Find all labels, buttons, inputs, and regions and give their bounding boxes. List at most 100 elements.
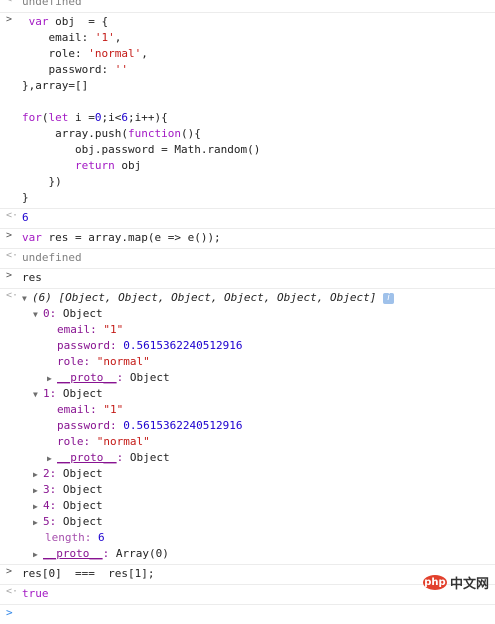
expanded-triangle-icon[interactable]: ▼ xyxy=(22,291,32,307)
tree-item[interactable]: ▼ 1: Object xyxy=(22,386,495,402)
watermark: php 中文网 xyxy=(422,573,489,592)
array-summary[interactable]: ▼ (6) [Object, Object, Object, Object, Ob… xyxy=(22,290,495,306)
code-text: obj = { xyxy=(48,15,109,28)
collapsed-triangle-icon[interactable]: ▶ xyxy=(33,515,43,531)
collapsed-triangle-icon[interactable]: ▶ xyxy=(33,483,43,499)
code-line: var res = array.map(e => e()); xyxy=(22,230,495,246)
console-result-entry: <· 6 xyxy=(0,209,495,229)
property-key: role: xyxy=(57,355,97,368)
console-input-entry: > res[0] === res[1]; xyxy=(0,565,495,585)
property-value: 0.5615362240512916 xyxy=(123,419,243,432)
console-input-field[interactable] xyxy=(22,606,495,622)
proto-separator: : xyxy=(116,451,130,464)
input-chevron-icon: > xyxy=(6,230,13,241)
code-text: password: xyxy=(48,63,115,76)
expanded-triangle-icon[interactable]: ▼ xyxy=(33,387,43,403)
code-text: email: xyxy=(48,31,95,44)
code-line: var obj = { xyxy=(22,14,495,30)
string-literal: '' xyxy=(114,63,128,76)
collapsed-triangle-icon[interactable]: ▶ xyxy=(47,371,57,387)
item-index: 2: xyxy=(43,467,63,480)
console-input-entry: > res xyxy=(0,269,495,289)
result-text[interactable]: undefined xyxy=(22,0,495,10)
collapsed-triangle-icon[interactable]: ▶ xyxy=(33,467,43,483)
collapsed-triangle-icon[interactable]: ▶ xyxy=(47,451,57,467)
input-chevron-icon: > xyxy=(6,566,13,577)
input-chevron-icon: > xyxy=(6,14,13,25)
proto-value: Array(0) xyxy=(115,547,169,560)
keyword: return xyxy=(74,159,115,172)
property-value: "normal" xyxy=(96,355,150,368)
input-chevron-icon: > xyxy=(6,270,13,281)
tree-proto[interactable]: ▶ __proto__: Object xyxy=(22,370,495,386)
php-logo-icon: php xyxy=(422,575,447,590)
item-index: 5: xyxy=(43,515,63,528)
property-key: email: xyxy=(57,403,104,416)
output-arrow-icon: <· xyxy=(6,586,19,597)
code-text: ( xyxy=(41,111,49,124)
result-number[interactable]: 6 xyxy=(22,210,495,226)
code-line: res xyxy=(22,271,42,284)
tree-item[interactable]: ▼ 0: Object xyxy=(22,306,495,322)
info-icon[interactable]: i xyxy=(383,292,395,304)
property-key: role: xyxy=(57,435,97,448)
tree-item[interactable]: ▶ 5: Object xyxy=(22,514,495,530)
property-key: email: xyxy=(57,323,104,336)
code-line: return obj xyxy=(22,158,495,174)
property-key: password: xyxy=(57,339,124,352)
output-arrow-icon: <· xyxy=(6,290,19,301)
code-text: res = array.map(e => e()); xyxy=(41,231,221,244)
keyword: for xyxy=(22,111,42,124)
expanded-triangle-icon[interactable]: ▼ xyxy=(33,307,43,323)
tree-item[interactable]: ▶ 2: Object xyxy=(22,466,495,482)
console-output: <· undefined > var obj = { email: '1', r… xyxy=(0,0,495,624)
keyword: var xyxy=(28,15,49,28)
tree-property: length: 6 xyxy=(22,530,495,546)
output-arrow-icon: <· xyxy=(6,250,19,261)
tree-proto[interactable]: ▶ __proto__: Array(0) xyxy=(22,546,495,562)
console-result-entry: <· undefined xyxy=(0,0,495,13)
code-line: } xyxy=(22,191,29,204)
proto-key: __proto__ xyxy=(57,371,117,384)
property-value: "1" xyxy=(103,323,124,336)
output-arrow-icon: <· xyxy=(6,0,18,5)
number-literal: 6 xyxy=(121,111,128,124)
number-literal: 0 xyxy=(94,111,102,124)
output-arrow-icon: <· xyxy=(6,210,19,221)
code-line: },array=[] xyxy=(22,79,89,92)
tree-item[interactable]: ▶ 4: Object xyxy=(22,498,495,514)
item-type: Object xyxy=(62,467,103,480)
console-input-entry: > var obj = { email: '1', role: 'normal'… xyxy=(0,13,495,209)
console-result-entry: <· true xyxy=(0,585,495,605)
item-type: Object xyxy=(62,515,103,528)
length-key: length: xyxy=(45,531,98,544)
code-text: ;i< xyxy=(101,111,122,124)
item-index: 3: xyxy=(43,483,63,496)
code-text: i = xyxy=(68,111,95,124)
code-line: obj.password = Math.random() xyxy=(22,142,495,158)
code-line: }) xyxy=(22,174,495,190)
code-text: array.push( xyxy=(55,127,128,140)
property-value: 0.5615362240512916 xyxy=(123,339,243,352)
proto-value: Object xyxy=(129,451,170,464)
watermark-text: 中文网 xyxy=(449,577,489,592)
tree-proto[interactable]: ▶ __proto__: Object xyxy=(22,450,495,466)
string-literal: 'normal' xyxy=(88,47,142,60)
item-index: 0: xyxy=(43,307,63,320)
proto-value: Object xyxy=(129,371,170,384)
item-index: 1: xyxy=(43,387,63,400)
code-text: obj xyxy=(114,159,142,172)
tree-property: role: "normal" xyxy=(22,434,495,450)
code-text: }) xyxy=(48,175,62,188)
collapsed-triangle-icon[interactable]: ▶ xyxy=(33,547,43,563)
console-result-entry: <· ▼ (6) [Object, Object, Object, Object,… xyxy=(0,289,495,565)
item-type: Object xyxy=(62,483,103,496)
tree-property: password: 0.5615362240512916 xyxy=(22,338,495,354)
console-prompt[interactable]: > xyxy=(0,605,495,624)
tree-item[interactable]: ▶ 3: Object xyxy=(22,482,495,498)
property-key: password: xyxy=(57,419,124,432)
code-line: role: 'normal', xyxy=(22,46,495,62)
collapsed-triangle-icon[interactable]: ▶ xyxy=(33,499,43,515)
result-text[interactable]: undefined xyxy=(22,250,495,266)
